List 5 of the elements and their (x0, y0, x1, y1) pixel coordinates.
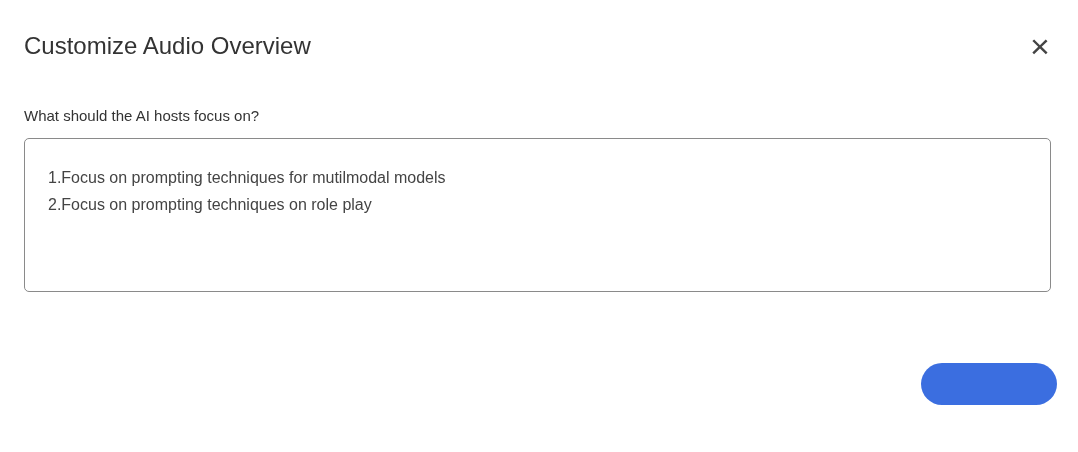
field-label: What should the AI hosts focus on? (24, 106, 261, 126)
close-button[interactable]: × (1022, 28, 1058, 64)
action-button[interactable] (921, 363, 1057, 405)
dialog-title: Customize Audio Overview (24, 31, 311, 61)
focus-input-field[interactable]: 1.Focus on prompting techniques for mutilmodal models 2.Focus on prompting techniques on role play (24, 138, 1051, 292)
